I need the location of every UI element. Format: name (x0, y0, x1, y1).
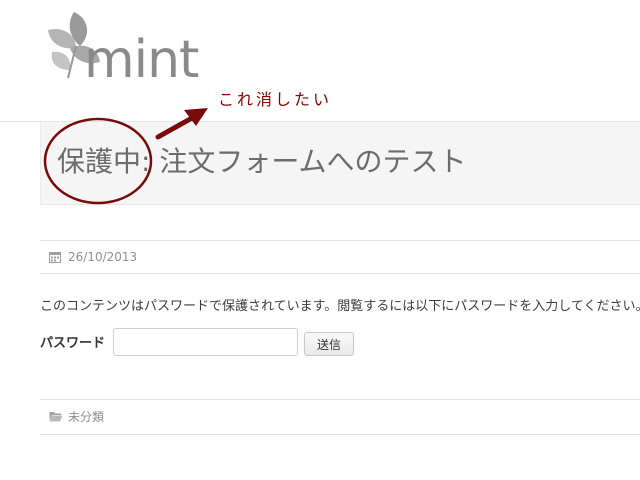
calendar-icon (49, 252, 61, 263)
post-meta: 26/10/2013 (40, 240, 640, 274)
submit-button[interactable]: 送信 (304, 332, 354, 356)
post-category: 未分類 (40, 399, 640, 435)
password-input[interactable] (113, 328, 298, 356)
password-label: パスワード (40, 336, 106, 351)
protected-message: このコンテンツはパスワードで保護されています。閲覧するには以下にパスワードを入力… (40, 299, 640, 314)
title-band: 保護中: 注文フォームへのテスト (40, 122, 640, 205)
post-date-link[interactable]: 26/10/2013 (68, 249, 137, 265)
annotation-note: これ消したい (218, 90, 333, 109)
site-logo[interactable]: mint (40, 8, 210, 108)
page-title: 保護中: 注文フォームへのテスト (57, 145, 467, 178)
logo-text: mint (84, 30, 199, 90)
folder-open-icon (49, 412, 63, 422)
category-link[interactable]: 未分類 (68, 409, 104, 425)
